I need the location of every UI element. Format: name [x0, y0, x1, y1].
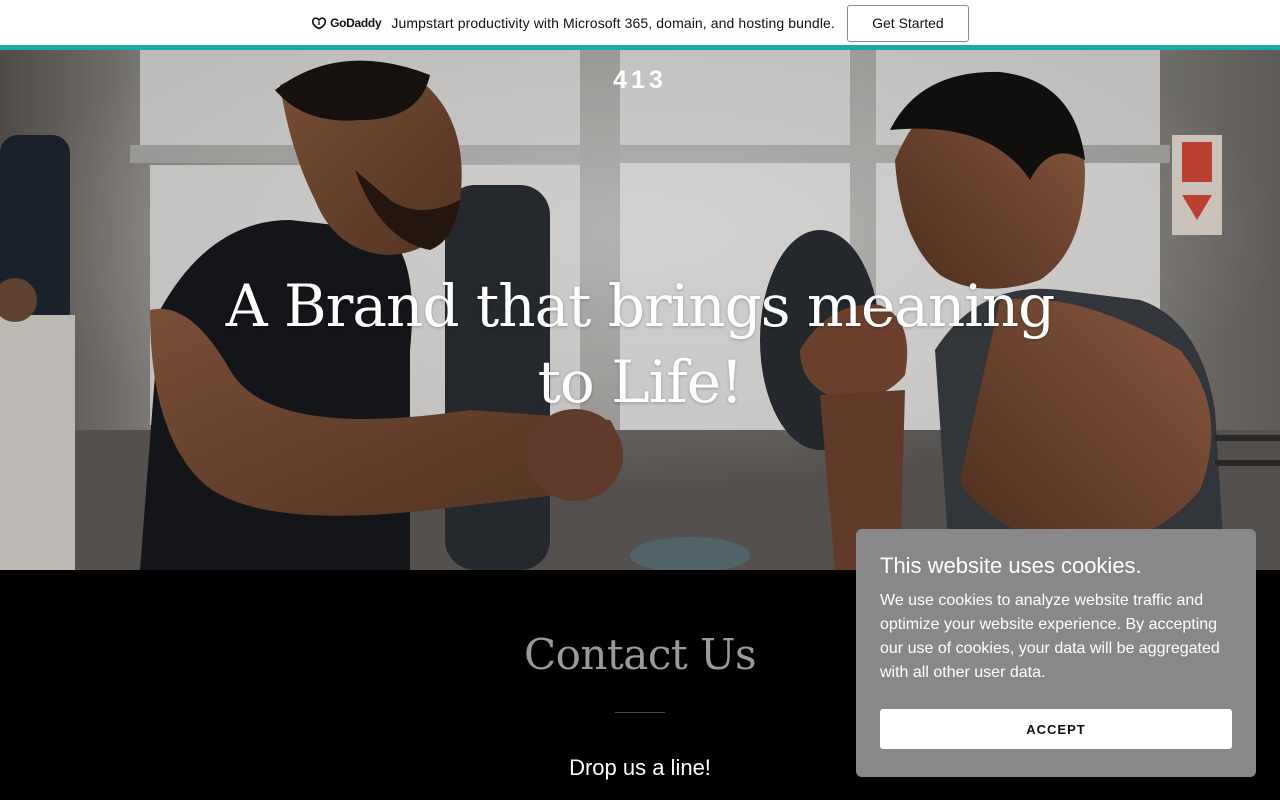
accept-cookies-button[interactable]: ACCEPT	[880, 709, 1232, 749]
godaddy-logo-text: GoDaddy	[330, 16, 382, 30]
promo-banner: GoDaddy Jumpstart productivity with Micr…	[0, 0, 1280, 46]
godaddy-logo-icon	[312, 17, 327, 30]
section-divider	[615, 712, 665, 713]
godaddy-logo[interactable]: GoDaddy	[311, 16, 382, 30]
cookie-consent-panel: This website uses cookies. We use cookie…	[856, 529, 1256, 777]
cookie-body: We use cookies to analyze website traffi…	[880, 592, 1220, 681]
hero-section: 413 A Brand that brings meaning to Life!	[0, 50, 1280, 570]
hero-headline: A Brand that brings meaning to Life!	[225, 272, 1056, 416]
get-started-button[interactable]: Get Started	[846, 4, 969, 42]
promo-message: Jumpstart productivity with Microsoft 36…	[391, 15, 835, 31]
site-title[interactable]: 413	[0, 66, 1280, 95]
cookie-title: This website uses cookies.	[880, 553, 1142, 578]
